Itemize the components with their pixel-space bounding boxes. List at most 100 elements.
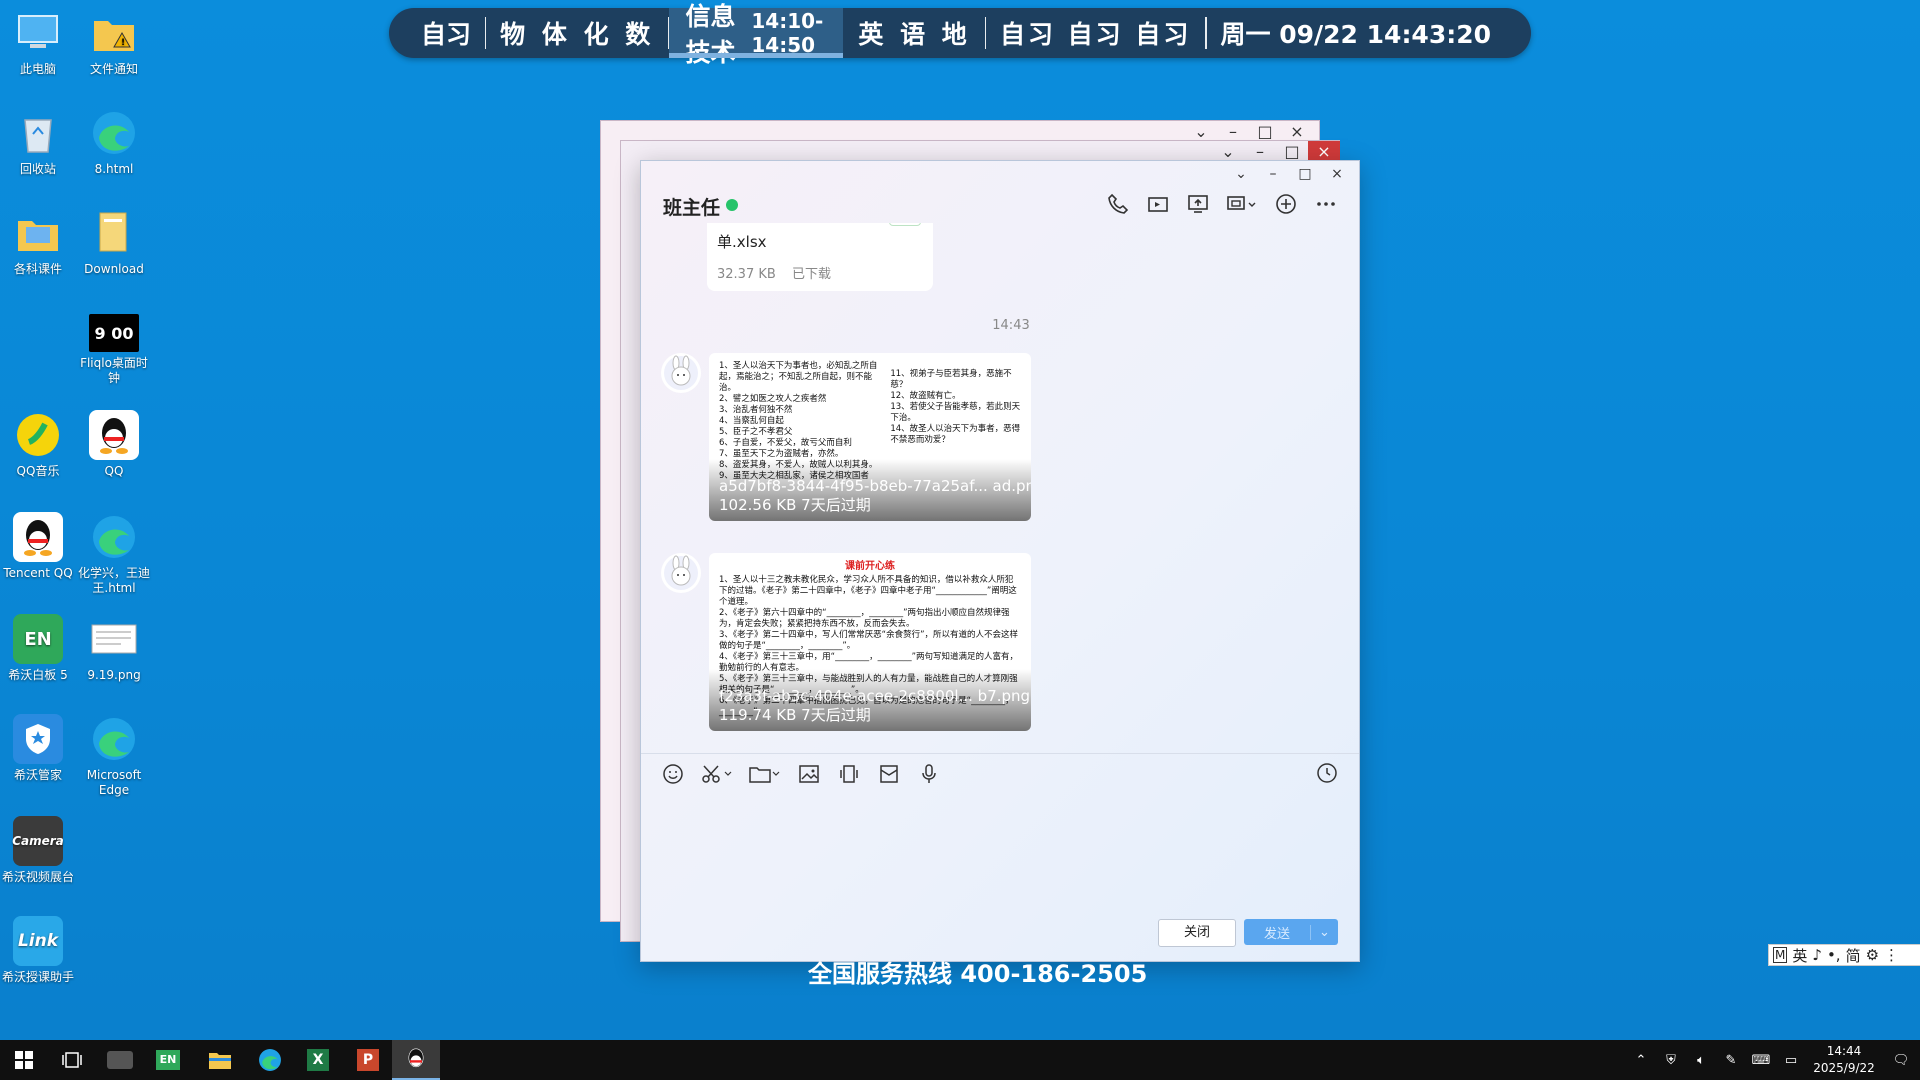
desktop-icon-seewo-link[interactable]: Link 希沃授课助手 xyxy=(0,916,76,985)
schedule-item: 英 语 地 xyxy=(858,20,971,49)
microphone-icon[interactable] xyxy=(915,761,943,787)
desktop-icon-label: Microsoft Edge xyxy=(86,768,142,797)
image-text-line: 1、圣人以十三之教未教化民众，学习众人所不具备的知识，借以补救众人所犯下的过错。… xyxy=(719,575,1017,607)
file-explorer-icon[interactable] xyxy=(196,1040,244,1080)
file-message[interactable]: 单.xlsx 32.37 KB 已下载 xyxy=(707,223,933,291)
desktop-icon-9-19-png[interactable]: 9.19.png xyxy=(76,614,152,683)
file-name: 单.xlsx xyxy=(717,233,767,251)
volume-icon[interactable]: 🔈︎ xyxy=(1686,1053,1716,1068)
ime-more-icon[interactable]: ⋮ xyxy=(1884,946,1899,964)
start-icon[interactable] xyxy=(0,1040,48,1080)
image-message[interactable]: 课前开心练 1、圣人以十三之教未教化民众，学习众人所不具备的知识，借以补救众人所… xyxy=(709,553,1031,731)
window-controls: ⌄ – □ × xyxy=(1225,163,1353,185)
current-class-time: 14:10-14:50 xyxy=(751,9,824,57)
ime-logo-icon[interactable]: M xyxy=(1773,947,1788,963)
image-text-line: 4、当察乱何自起 xyxy=(719,416,784,426)
image-text-line: 14、故圣人以治天下为事者，恶得不禁恶而劝爱？ xyxy=(890,424,1021,445)
red-packet-icon[interactable] xyxy=(875,761,903,787)
send-button[interactable]: 发送 ⌄ xyxy=(1244,919,1338,945)
ime-toolbar: M 英 ♪ •, 简 ⚙ ⋮ xyxy=(1768,944,1920,966)
more-icon[interactable] xyxy=(1313,191,1339,217)
folder-icon[interactable] xyxy=(747,761,783,787)
ime-language-toggle[interactable]: 英 xyxy=(1792,945,1807,966)
desktop-icon-download[interactable]: Download xyxy=(76,208,152,277)
keyboard-icon[interactable]: ⌨ xyxy=(1746,1053,1776,1068)
minimize-icon[interactable]: – xyxy=(1257,163,1289,185)
emoji-icon[interactable] xyxy=(659,761,687,787)
close-button[interactable]: 关闭 xyxy=(1158,919,1236,947)
chat-header-tools xyxy=(1105,191,1339,217)
desktop-icon-label: 希沃管家 xyxy=(13,768,62,782)
close-icon[interactable]: × xyxy=(1321,163,1353,185)
desktop-icon-chem-html[interactable]: 化学兴，王迪王.html xyxy=(76,512,152,596)
ime-fullwidth-icon[interactable]: •, xyxy=(1827,946,1841,964)
add-member-icon[interactable] xyxy=(1273,191,1299,217)
computer-icon xyxy=(13,8,63,58)
chevron-down-icon[interactable]: ⌄ xyxy=(1225,163,1257,185)
image-message[interactable]: 1、圣人以治天下为事者也，必知乱之所自起，焉能治之；不知乱之所自起，则不能治。 2… xyxy=(709,353,1031,521)
message-input[interactable] xyxy=(641,801,1359,911)
desktop-icon-tencent-qq[interactable]: Tencent QQ xyxy=(0,512,76,581)
task-view-icon[interactable] xyxy=(48,1040,96,1080)
qq-icon[interactable] xyxy=(392,1040,440,1080)
avatar[interactable] xyxy=(661,353,701,393)
desktop-icon-fliqlo[interactable]: 9 00 Fliqlo桌面时钟 xyxy=(76,314,152,386)
history-icon[interactable] xyxy=(1315,761,1339,789)
folder-icon xyxy=(89,208,139,258)
remote-assist-icon[interactable] xyxy=(1225,191,1259,217)
clock-time: 14:44 xyxy=(1826,1044,1862,1058)
desktop-icon-microsoft-edge[interactable]: Microsoft Edge xyxy=(76,714,152,798)
schedule-separator xyxy=(1205,17,1207,49)
desktop-icon-label: 9.19.png xyxy=(87,668,141,682)
desktop-icon-qq[interactable]: QQ xyxy=(76,410,152,479)
desktop-icon-this-pc[interactable]: 此电脑 xyxy=(0,8,76,77)
desktop-icon-file-notice[interactable]: ! 文件通知 xyxy=(76,8,152,77)
chevron-up-icon[interactable]: ⌃ xyxy=(1626,1053,1656,1068)
en-icon[interactable]: EN xyxy=(144,1040,192,1080)
desktop-icon-seewo-camera[interactable]: Camera 希沃视频展台 xyxy=(0,816,76,885)
shake-icon[interactable] xyxy=(835,761,863,787)
image-text-line: 2、《老子》第六十四章中的“________，________”两句指出小顺应自… xyxy=(719,608,1010,629)
phone-icon[interactable] xyxy=(1105,191,1131,217)
excel-icon[interactable]: X xyxy=(294,1040,342,1080)
video-call-icon[interactable] xyxy=(1145,191,1171,217)
service-hotline: 全国服务热线 400-186-2505 xyxy=(808,960,1148,988)
ime-settings-icon[interactable]: ⚙ xyxy=(1866,946,1879,964)
online-status-dot xyxy=(726,199,738,211)
edge-icon[interactable] xyxy=(246,1040,294,1080)
image-text-line: 2、譬之如医之攻人之疾者然 xyxy=(719,394,827,404)
ime-punct-icon[interactable]: ♪ xyxy=(1812,946,1822,964)
avatar[interactable] xyxy=(661,553,701,593)
seewo-camera-icon[interactable] xyxy=(96,1040,144,1080)
desktop-icon-seewo-whiteboard[interactable]: EN 希沃白板 5 xyxy=(0,614,76,683)
desktop-icon-label: 8.html xyxy=(94,162,134,176)
message-list[interactable]: 单.xlsx 32.37 KB 已下载 14:43 1、圣人以治天下为事者也，必… xyxy=(641,223,1359,753)
security-icon[interactable]: ⛨ xyxy=(1656,1053,1686,1068)
desktop-icon-courseware[interactable]: 各科课件 xyxy=(0,208,76,277)
image-text-line: 5、臣子之不孝君父 xyxy=(719,427,793,437)
pen-icon[interactable]: ✎ xyxy=(1716,1053,1746,1068)
chevron-down-icon[interactable]: ⌄ xyxy=(1310,924,1338,940)
notification-icon[interactable]: 🗨︎ xyxy=(1882,1053,1920,1068)
image-text-line: 12、故盗贼有亡。 xyxy=(890,391,961,401)
maximize-icon[interactable]: □ xyxy=(1289,163,1321,185)
desktop-icon-label: 希沃白板 5 xyxy=(8,668,68,682)
image-icon[interactable] xyxy=(795,761,823,787)
desktop-icon-label: 文件通知 xyxy=(89,62,138,76)
folder-warning-icon: ! xyxy=(89,8,139,58)
powerpoint-icon[interactable]: P xyxy=(344,1040,392,1080)
desktop-icon-recycle-bin[interactable]: 回收站 xyxy=(0,108,76,177)
desktop-icon-seewo-manager[interactable]: 希沃管家 xyxy=(0,714,76,783)
display-icon[interactable]: ▭ xyxy=(1776,1053,1806,1068)
edge-icon xyxy=(89,108,139,158)
desktop-icon-qq-music[interactable]: QQ音乐 xyxy=(0,410,76,479)
ime-simplified-toggle[interactable]: 简 xyxy=(1846,945,1861,966)
desktop-icon-8-html[interactable]: 8.html xyxy=(76,108,152,177)
taskbar-clock[interactable]: 14:44 2025/9/22 xyxy=(1806,1043,1882,1077)
screen-share-icon[interactable] xyxy=(1185,191,1211,217)
file-meta: 32.37 KB 已下载 xyxy=(717,263,831,282)
input-toolbar xyxy=(659,761,1339,787)
screenshot-icon[interactable] xyxy=(699,761,735,787)
schedule-clock: 周一 09/22 14:43:20 xyxy=(1220,20,1492,49)
image-text-line: 3、《老子》第二十四章中，写人们常常厌恶“余食赘行”，所以有道的人不会这样做的句… xyxy=(719,630,1018,651)
